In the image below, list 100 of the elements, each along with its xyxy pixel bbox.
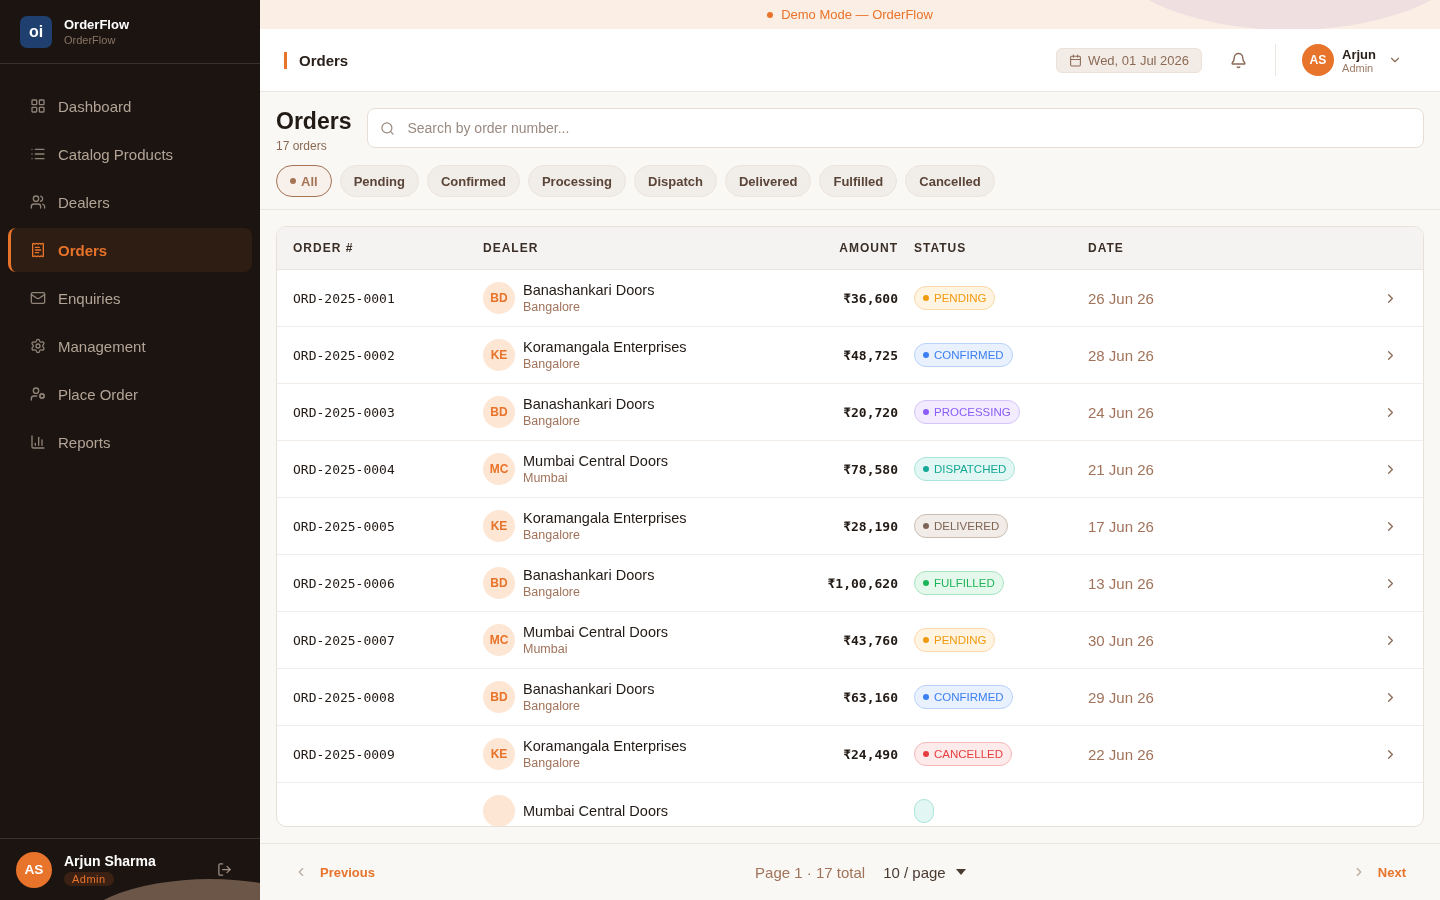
order-number: ORD-2025-0006 xyxy=(293,575,396,591)
status-badge: CANCELLED xyxy=(914,742,1013,766)
filter-chip[interactable]: Processing xyxy=(527,165,626,197)
order-date: 21 Jun 26 xyxy=(1088,460,1155,478)
date-chip: Wed, 01 Jul 2026 xyxy=(1056,47,1203,73)
column-header: DEALER xyxy=(483,241,540,255)
user-gear-icon xyxy=(30,386,46,402)
order-amount: ₹48,725 xyxy=(842,347,898,363)
search-field[interactable]: Search by order number... xyxy=(367,108,1424,148)
dealer-name: Koramangala Enterprises xyxy=(523,339,687,355)
order-amount: ₹28,190 xyxy=(842,518,898,534)
dealer-avatar: MC xyxy=(483,453,515,485)
order-number: ORD-2025-0007 xyxy=(293,632,396,648)
user-name: Arjun xyxy=(1342,46,1376,62)
dealer-name: Banashankari Doors xyxy=(523,567,655,583)
user-name: Arjun Sharma xyxy=(64,852,157,869)
order-date: 28 Jun 26 xyxy=(1088,346,1155,364)
page-size-select[interactable]: 10 / page xyxy=(877,862,972,882)
status-badge: CONFIRMED xyxy=(914,343,1013,367)
order-number: ORD-2025-0003 xyxy=(293,404,396,420)
order-date: 24 Jun 26 xyxy=(1088,403,1155,421)
dealer-name: Koramangala Enterprises xyxy=(523,738,687,754)
page-title: Orders xyxy=(276,108,352,135)
column-header: STATUS xyxy=(913,241,968,255)
search-input[interactable]: Search by order number... xyxy=(405,119,1411,137)
dealer-city: Bangalore xyxy=(523,699,581,713)
order-amount: ₹78,580 xyxy=(842,461,898,477)
user-avatar: AS xyxy=(1302,44,1335,76)
dealer-name: Banashankari Doors xyxy=(523,681,655,697)
status-badge: FULFILLED xyxy=(914,571,1004,595)
user-role: Admin xyxy=(1342,61,1374,74)
status-badge: CONFIRMED xyxy=(914,685,1013,709)
nav-item[interactable]: Reports xyxy=(8,420,252,464)
dealer-avatar: BD xyxy=(483,567,515,599)
dealer-city: Bangalore xyxy=(523,585,581,599)
order-amount: ₹63,160 xyxy=(842,689,898,705)
nav-item[interactable]: Place Order xyxy=(8,372,252,416)
dealer-city: Bangalore xyxy=(523,357,581,371)
receipt-icon xyxy=(30,242,46,258)
dealer-city: Bangalore xyxy=(523,414,581,428)
dealer-city: Mumbai xyxy=(523,642,569,656)
dealer-avatar: KE xyxy=(483,510,515,542)
dealer-name: Mumbai Central Doors xyxy=(523,803,669,819)
status-badge: DISPATCHED xyxy=(914,457,1016,481)
grid-icon xyxy=(30,98,46,114)
dealer-name: Banashankari Doors xyxy=(523,282,655,298)
header-title: Orders xyxy=(284,51,1041,69)
filter-chip[interactable]: Fulfilled xyxy=(819,165,898,197)
order-amount: ₹1,00,620 xyxy=(826,575,898,591)
filter-chip[interactable]: Pending xyxy=(339,165,419,197)
dealer-city: Bangalore xyxy=(523,756,581,770)
dealer-city: Mumbai xyxy=(523,471,569,485)
dealer-avatar: MC xyxy=(483,624,515,656)
filter-chip[interactable]: Cancelled xyxy=(905,165,995,197)
user-avatar: AS xyxy=(16,851,52,888)
search-icon xyxy=(380,120,396,136)
status-badge: PROCESSING xyxy=(914,400,1020,424)
order-number: ORD-2025-0009 xyxy=(293,746,396,762)
order-amount: ₹24,490 xyxy=(842,746,898,762)
order-amount: ₹20,720 xyxy=(842,404,898,420)
column-header: AMOUNT xyxy=(838,241,898,255)
dealer-name: Mumbai Central Doors xyxy=(523,453,669,469)
order-number: ORD-2025-0001 xyxy=(293,290,396,306)
order-date: 22 Jun 26 xyxy=(1088,745,1155,763)
dealer-city: Bangalore xyxy=(523,300,581,314)
nav-item[interactable]: Enquiries xyxy=(8,276,252,320)
dealer-avatar: BD xyxy=(483,681,515,713)
order-number: ORD-2025-0004 xyxy=(293,461,396,477)
role-tag: Admin xyxy=(64,871,114,886)
calendar-icon xyxy=(1069,53,1083,67)
filter-chip[interactable]: Dispatch xyxy=(634,165,717,197)
user-menu-button[interactable]: AS Arjun Admin xyxy=(1292,44,1416,76)
status-badge: DELIVERED xyxy=(914,514,1009,538)
nav-item[interactable]: Dealers xyxy=(8,180,252,224)
logout-icon xyxy=(217,862,232,877)
nav-item[interactable]: Orders xyxy=(8,228,252,272)
order-number: ORD-2025-0008 xyxy=(293,689,396,705)
page-info: Page 1 · 17 total xyxy=(755,863,866,881)
nav-item[interactable]: Catalog Products xyxy=(8,132,252,176)
filter-chip[interactable]: Confirmed xyxy=(426,165,520,197)
order-date: 30 Jun 26 xyxy=(1088,631,1155,649)
dealer-avatar: KE xyxy=(483,339,515,371)
brand-name: OrderFlow xyxy=(64,17,129,32)
status-badge xyxy=(914,799,934,823)
brand-subtitle: OrderFlow xyxy=(64,34,117,46)
nav-item[interactable]: Management xyxy=(8,324,252,368)
dealer-avatar xyxy=(483,795,515,826)
dealer-name: Koramangala Enterprises xyxy=(523,510,687,526)
filter-chip[interactable]: All xyxy=(276,165,332,197)
dealer-avatar: KE xyxy=(483,738,515,770)
status-badge: PENDING xyxy=(914,628,996,652)
order-count: 17 orders xyxy=(276,139,328,153)
settings-icon xyxy=(30,338,46,354)
order-date: 29 Jun 26 xyxy=(1088,688,1155,706)
filter-chip[interactable]: Delivered xyxy=(724,165,812,197)
nav-item[interactable]: Dashboard xyxy=(8,84,252,128)
order-date: 26 Jun 26 xyxy=(1088,289,1155,307)
order-number: ORD-2025-0005 xyxy=(293,518,396,534)
list-icon xyxy=(30,146,46,162)
order-date: 13 Jun 26 xyxy=(1088,574,1155,592)
